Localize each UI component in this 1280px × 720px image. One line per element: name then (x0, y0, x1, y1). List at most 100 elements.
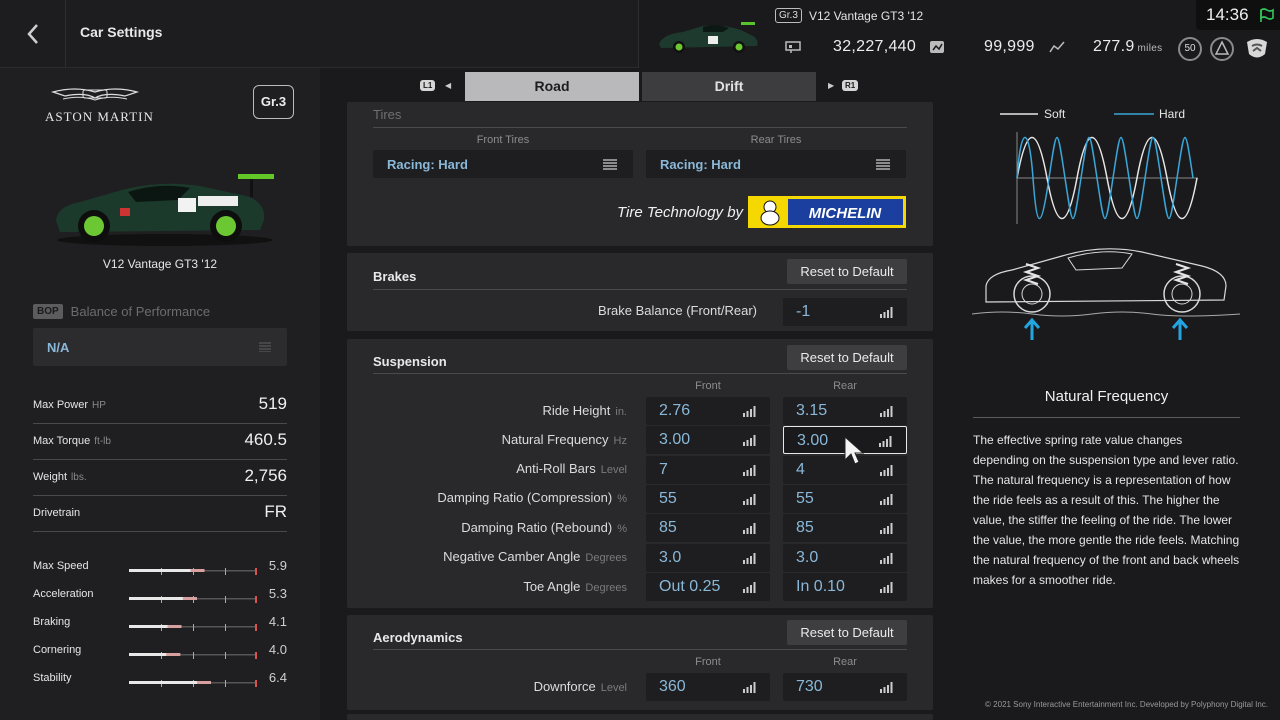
perf-bar (129, 596, 257, 603)
front-value-field[interactable]: Out 0.25 (646, 573, 770, 601)
rear-value: 55 (796, 490, 814, 507)
rear-value: 4 (796, 461, 805, 478)
spec-value: 460.5 (244, 430, 287, 449)
front-value-field[interactable]: 55 (646, 485, 770, 513)
car-thumbnail (659, 22, 758, 53)
perf-bar-max-tick (255, 652, 257, 659)
rear-header: Rear (833, 380, 857, 392)
car-image (56, 174, 274, 246)
tab-road[interactable]: Road (465, 72, 639, 101)
perf-value: 4.0 (268, 642, 287, 657)
front-value-field[interactable]: 85 (646, 514, 770, 542)
front-tires-select[interactable]: Racing: Hard (373, 150, 633, 178)
front-value-field[interactable]: 3.00 (646, 426, 770, 454)
rear-value-field[interactable]: In 0.10 (783, 573, 907, 601)
page-title: Car Settings (80, 24, 163, 40)
menu-icon (259, 342, 271, 352)
perf-bar-tick (225, 568, 226, 575)
l1-button[interactable]: L1 (420, 80, 436, 91)
spec-label: Weight lbs. (33, 471, 87, 483)
front-value-field[interactable]: 7 (646, 456, 770, 484)
rear-value: 85 (796, 519, 814, 536)
sponsor-text: Tire Technology by (617, 204, 744, 221)
perf-bar-fill-tip (182, 597, 197, 600)
perf-label: Max Speed (33, 560, 89, 572)
back-button[interactable] (0, 0, 66, 68)
rear-tires-select[interactable]: Racing: Hard (646, 150, 906, 178)
clock: 14:36 (1206, 5, 1249, 24)
perf-bar-fill-tip (166, 653, 181, 656)
mileage-points-value: 99,999 (984, 38, 1035, 55)
rear-value-field[interactable]: 3.0 (783, 544, 907, 572)
row-label-text: Damping Ratio (Compression) (437, 490, 613, 505)
aero-reset-button[interactable]: Reset to Default (787, 620, 907, 645)
bop-row: BOP Balance of Performance (33, 304, 210, 319)
perf-bar-fill-tip (167, 625, 182, 628)
perf-bar-tick (193, 624, 194, 631)
front-value: 7 (659, 461, 668, 478)
divider (373, 127, 907, 128)
row-label-text: Anti-Roll Bars (516, 461, 596, 476)
perf-bar-tick (225, 624, 226, 631)
spec-label: Max Torque ft-lb (33, 435, 111, 447)
row-label-text: Ride Height (542, 403, 611, 418)
spec-value: 519 (258, 394, 287, 413)
rank-badge-icon[interactable] (1244, 34, 1270, 62)
tab-bar: L1 ◀ Road Drift ▶ R1 (420, 72, 860, 102)
brake-balance-field[interactable]: -1 (783, 298, 907, 326)
perf-bar-fill-tip (196, 681, 211, 684)
row-label: Ride Height in. (327, 403, 627, 418)
michelin-logo: MICHELIN (748, 196, 906, 228)
tab-drift[interactable]: Drift (642, 72, 816, 101)
aero-front-header: Front (695, 656, 721, 668)
level-badge[interactable]: 50 (1178, 37, 1202, 61)
signal-bars-icon (743, 406, 756, 417)
bop-select[interactable]: N/A (33, 328, 287, 366)
front-value-field[interactable]: 2.76 (646, 397, 770, 425)
row-label: Anti-Roll Bars Level (327, 461, 627, 476)
signal-bars-icon (879, 436, 892, 447)
signal-bars-icon (743, 582, 756, 593)
rear-tires-value: Racing: Hard (660, 157, 741, 172)
perf-row-acceleration: Acceleration 5.3 (33, 582, 287, 610)
spec-unit: lbs. (71, 472, 87, 483)
downforce-front-value: 360 (659, 678, 686, 695)
credits-value: 32,227,440 (833, 38, 917, 55)
downforce-label-text: Downforce (533, 679, 596, 694)
back-chevron-icon (26, 24, 38, 44)
rear-value: 3.00 (797, 432, 829, 449)
brakes-reset-button[interactable]: Reset to Default (787, 259, 907, 284)
driver-badge-icon[interactable] (1210, 37, 1234, 61)
suspension-reset-button[interactable]: Reset to Default (787, 345, 907, 370)
row-unit: in. (615, 406, 627, 418)
spec-value: FR (264, 502, 287, 521)
rear-value-field[interactable]: 85 (783, 514, 907, 542)
signal-bars-icon (880, 553, 893, 564)
rear-value-field[interactable]: 3.15 (783, 397, 907, 425)
perf-bar-max-tick (255, 596, 257, 603)
front-value-field[interactable]: 3.0 (646, 544, 770, 572)
rear-value: 3.0 (796, 549, 819, 566)
spec-list: Max Power HP 519 Max Torque ft-lb 460.5 We… (33, 388, 287, 532)
spec-value: 2,756 (244, 466, 287, 485)
perf-bar-max-tick (255, 568, 257, 575)
brake-balance-value: -1 (796, 303, 811, 320)
divider (373, 649, 907, 650)
downforce-front-field[interactable]: 360 (646, 673, 770, 701)
perf-value: 5.9 (268, 558, 287, 573)
bop-label: Balance of Performance (70, 304, 211, 319)
row-label: Negative Camber Angle Degrees (327, 549, 627, 564)
r1-button[interactable]: R1 (842, 80, 859, 91)
racing-flag-icon (1260, 8, 1274, 22)
rear-value-field[interactable]: 55 (783, 485, 907, 513)
signal-bars-icon (880, 465, 893, 476)
cursor-arrow-icon (844, 436, 865, 465)
distance-value: 277.9 miles (1093, 38, 1162, 56)
front-header: Front (695, 380, 721, 392)
signal-bars-icon (880, 307, 893, 318)
perf-bar-tick (225, 652, 226, 659)
copyright-notice: © 2021 Sony Interactive Entertainment In… (985, 700, 1268, 709)
spec-label-text: Weight (33, 471, 68, 483)
downforce-rear-field[interactable]: 730 (783, 673, 907, 701)
front-tires-value: Racing: Hard (387, 157, 468, 172)
